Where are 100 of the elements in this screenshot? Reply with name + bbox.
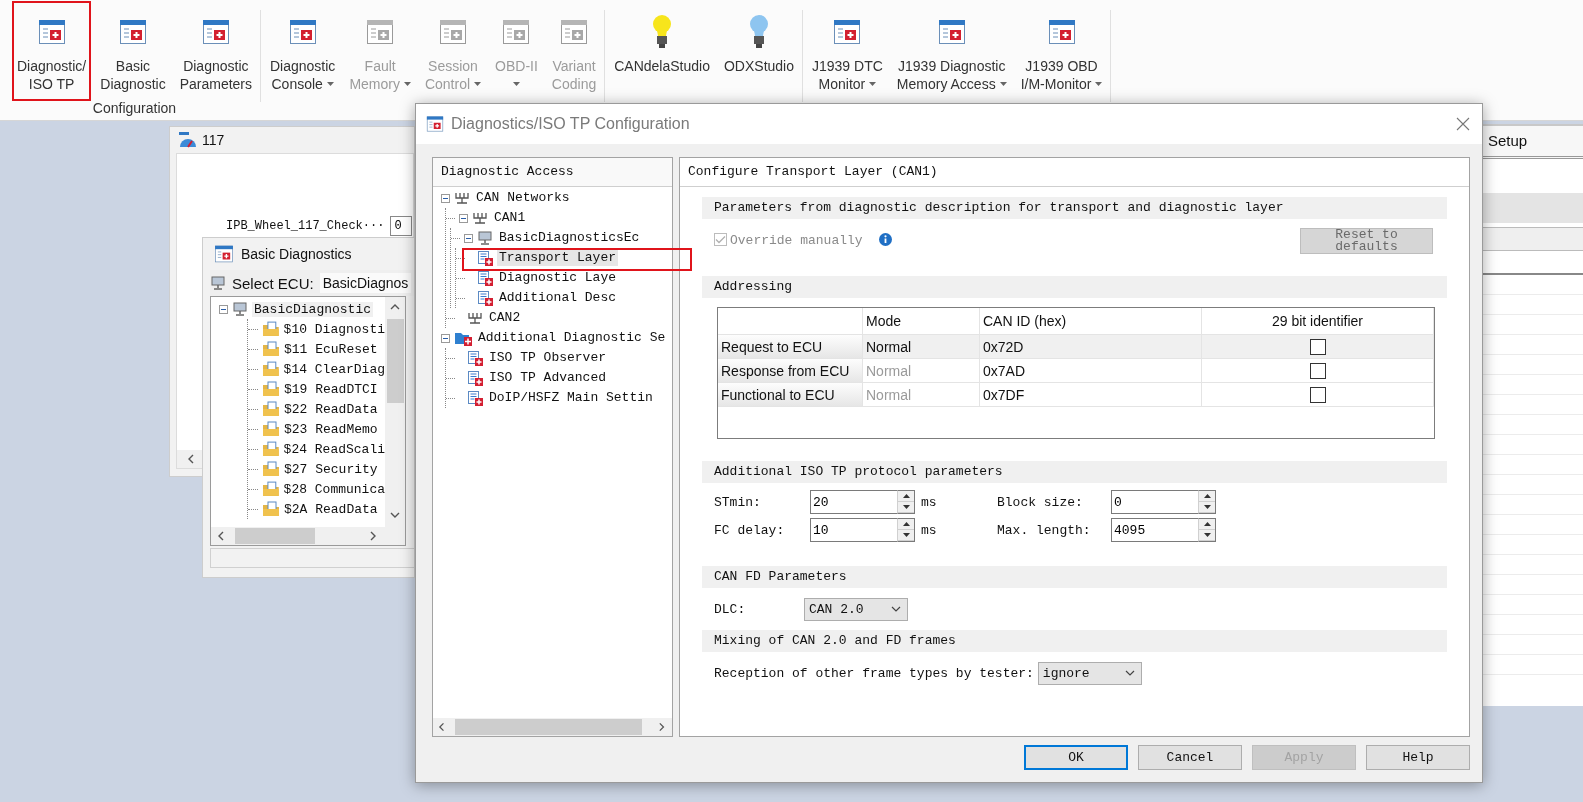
folder-icon (262, 501, 280, 517)
row-header: Functional to ECU (718, 383, 863, 407)
dialog-button[interactable]: Help (1366, 745, 1470, 770)
computer-icon (232, 301, 248, 317)
tree-item[interactable]: CAN1 (492, 210, 528, 226)
tree-item[interactable]: BasicDiagnosticsEc (497, 230, 642, 246)
folder-icon (261, 441, 280, 457)
check-icon (715, 235, 726, 244)
number-field[interactable]: 0 (1111, 490, 1198, 514)
scroll-right-icon[interactable] (657, 722, 667, 732)
collapse-icon[interactable] (219, 304, 228, 314)
collapse-icon[interactable] (464, 233, 473, 243)
dialog-title: Diagnostics/ISO TP Configuration (451, 115, 690, 133)
window-icon (213, 243, 235, 265)
unit-label: ms (920, 522, 938, 538)
spin-up-icon[interactable] (1203, 522, 1211, 526)
group-label: Configuration (91, 100, 178, 118)
tree-item[interactable]: Transport Layer (497, 250, 619, 266)
chevron-down-icon (1124, 670, 1135, 676)
tree-item[interactable]: ISO TP Advanced (487, 370, 609, 386)
table-cell: Normal (863, 359, 980, 383)
ribbon-button[interactable]: CANdelaStudio (609, 1, 715, 101)
tree-item[interactable]: $10 Diagnosti (283, 321, 385, 337)
horizontal-scrollbar[interactable] (211, 527, 385, 545)
ribbon-button[interactable]: Diagnostic/ ISO TP (12, 1, 92, 101)
dialog-button[interactable]: Cancel (1138, 745, 1242, 770)
network-icon (467, 310, 483, 326)
spin-down-icon[interactable] (902, 533, 910, 537)
row-header: Response from ECU (718, 359, 863, 383)
tree-item[interactable]: BasicDiagnostic (252, 301, 374, 317)
spin-down-icon[interactable] (902, 505, 910, 509)
spin-up-icon[interactable] (902, 494, 910, 498)
document-icon (477, 290, 493, 306)
close-icon[interactable] (1456, 117, 1470, 131)
spin-buttons[interactable] (897, 518, 915, 542)
spin-buttons[interactable] (1198, 490, 1216, 514)
checkbox[interactable] (1309, 338, 1326, 355)
ribbon-button[interactable]: J1939 DTC Monitor (807, 1, 888, 101)
info-icon[interactable] (878, 233, 892, 246)
checkbox[interactable] (1309, 362, 1326, 379)
folder-icon (261, 321, 280, 337)
tree-item[interactable]: $24 ReadScali (283, 441, 385, 457)
tree-item[interactable]: $22 ReadData (284, 401, 378, 417)
number-field[interactable]: 10 (810, 518, 897, 542)
network-icon (454, 190, 470, 206)
tree-item[interactable]: CAN2 (487, 310, 523, 326)
tree-item[interactable]: ISO TP Observer (487, 350, 609, 366)
tree-item[interactable]: $2A ReadData (284, 501, 378, 517)
tree-item[interactable]: Additional Desc (497, 290, 619, 306)
dialog-button[interactable]: OK (1024, 745, 1128, 770)
ecu-label: Select ECU: (232, 274, 314, 292)
network-icon (472, 210, 488, 226)
folder-icon (261, 481, 280, 497)
tree-item[interactable]: $28 Communica (283, 481, 385, 497)
spin-buttons[interactable] (897, 490, 915, 514)
tree-item[interactable]: Additional Diagnostic Se (476, 330, 668, 346)
section-header: Additional ISO TP protocol parameters (702, 461, 1447, 483)
ribbon-button[interactable]: Diagnostic Parameters (174, 1, 257, 101)
vertical-scrollbar[interactable] (385, 297, 405, 527)
folder-icon (261, 361, 280, 377)
tree-item[interactable]: $19 ReadDTCI (284, 381, 378, 397)
collapse-icon[interactable] (459, 213, 468, 223)
document-icon (467, 350, 483, 366)
gauge-icon (178, 131, 198, 149)
ribbon-button[interactable]: ODXStudio (718, 1, 799, 101)
ribbon-button[interactable]: Basic Diagnostic (95, 1, 171, 101)
tree-item[interactable]: CAN Networks (474, 190, 572, 206)
number-field[interactable]: 4095 (1111, 518, 1198, 542)
tree-item[interactable]: $27 Security (284, 461, 378, 477)
section-header: Addressing (702, 276, 1447, 298)
dropdown[interactable]: ignore (1037, 661, 1142, 685)
checkbox[interactable] (1309, 386, 1326, 403)
spin-up-icon[interactable] (1203, 494, 1211, 498)
table-cell: Normal (863, 383, 980, 407)
tree-item[interactable]: $23 ReadMemo (284, 421, 378, 437)
horizontal-scrollbar[interactable] (433, 718, 672, 736)
value-field[interactable]: 0 (390, 216, 413, 236)
spin-down-icon[interactable] (1203, 505, 1211, 509)
ecu-select[interactable]: BasicDiagnos (319, 273, 412, 293)
tree-item[interactable]: DoIP/HSFZ Main Settin (487, 390, 655, 406)
spin-buttons[interactable] (1198, 518, 1216, 542)
spin-down-icon[interactable] (1203, 533, 1211, 537)
ribbon-button[interactable]: J1939 OBD I/M-Monitor (1015, 1, 1108, 101)
collapse-icon[interactable] (441, 193, 450, 203)
unit-label: ms (920, 494, 938, 510)
ribbon-button[interactable]: Diagnostic Console (265, 1, 341, 101)
row-header: Request to ECU (718, 335, 863, 359)
spin-up-icon[interactable] (902, 522, 910, 526)
collapse-icon[interactable] (441, 333, 450, 343)
number-field[interactable]: 20 (810, 490, 897, 514)
document-icon (477, 270, 493, 286)
field-label: Reception of other frame types by tester: (714, 665, 1034, 681)
tree-item[interactable]: $14 ClearDiag (283, 361, 385, 377)
tree-item[interactable]: Diagnostic Laye (497, 270, 619, 286)
ribbon-button[interactable]: J1939 Diagnostic Memory Access (891, 1, 1012, 101)
checkbox-label: Override manually (730, 233, 863, 248)
dropdown[interactable]: CAN 2.0 (804, 597, 908, 621)
tree-item[interactable]: $11 EcuReset (284, 341, 378, 357)
field-label: FC delay: (714, 522, 786, 538)
horizontal-scrollbar[interactable] (177, 450, 203, 468)
